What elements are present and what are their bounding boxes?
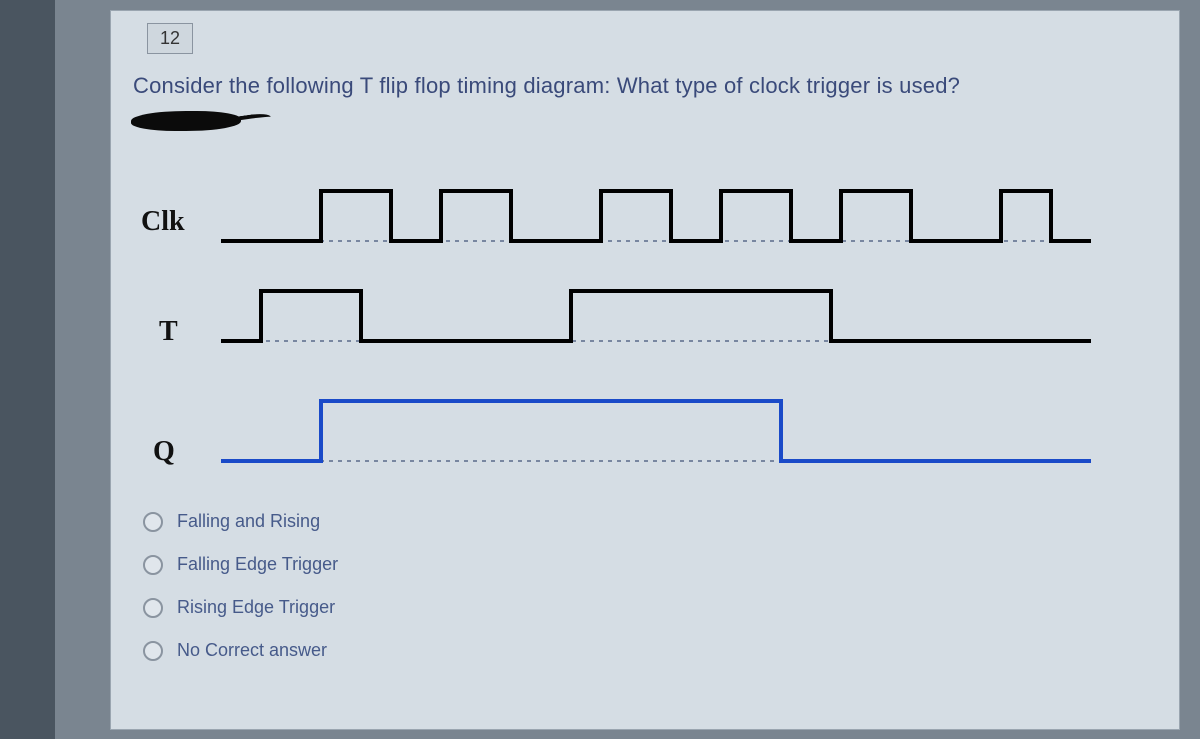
question-text: Consider the following T flip flop timin… xyxy=(133,73,960,99)
question-card: 12 Consider the following T flip flop ti… xyxy=(110,10,1180,730)
radio-icon xyxy=(143,555,163,575)
radio-icon xyxy=(143,512,163,532)
option-label: No Correct answer xyxy=(177,640,327,661)
redaction-scribble xyxy=(131,105,276,140)
options-group: Falling and Rising Falling Edge Trigger … xyxy=(143,511,338,683)
option-label: Falling and Rising xyxy=(177,511,320,532)
timing-diagram: Clk T Q xyxy=(131,161,1161,491)
signal-label-q: Q xyxy=(153,436,175,468)
option-2[interactable]: Rising Edge Trigger xyxy=(143,597,338,618)
screen-left-border xyxy=(0,0,55,739)
option-label: Falling Edge Trigger xyxy=(177,554,338,575)
option-3[interactable]: No Correct answer xyxy=(143,640,338,661)
option-label: Rising Edge Trigger xyxy=(177,597,335,618)
question-number-badge: 12 xyxy=(147,23,193,54)
radio-icon xyxy=(143,641,163,661)
signal-label-t: T xyxy=(159,316,178,348)
signal-label-clk: Clk xyxy=(141,206,185,238)
radio-icon xyxy=(143,598,163,618)
option-1[interactable]: Falling Edge Trigger xyxy=(143,554,338,575)
question-number: 12 xyxy=(160,28,180,48)
option-0[interactable]: Falling and Rising xyxy=(143,511,338,532)
timing-svg xyxy=(131,161,1161,491)
